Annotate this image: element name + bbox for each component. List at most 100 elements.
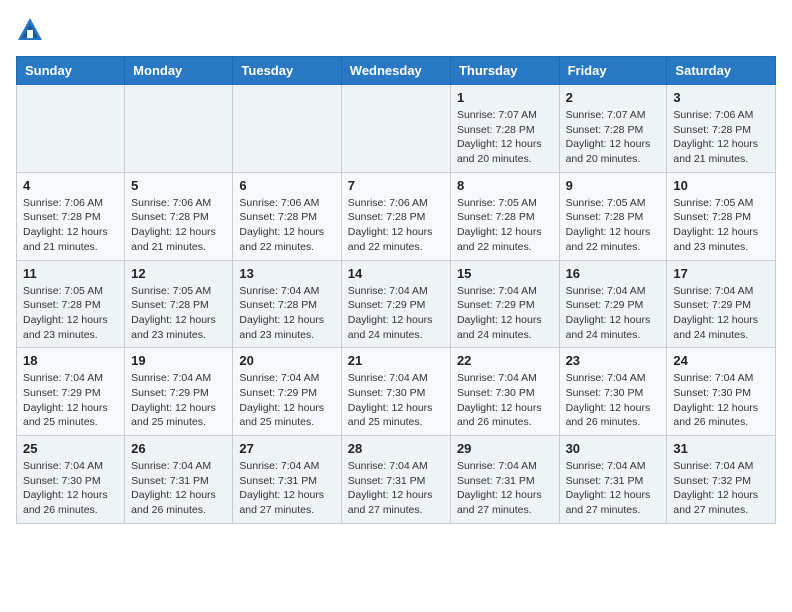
day-cell: 8 Sunrise: 7:05 AM Sunset: 7:28 PM Daylig… — [450, 172, 559, 260]
day-number: 14 — [348, 266, 444, 281]
day-cell: 10 Sunrise: 7:05 AM Sunset: 7:28 PM Dayli… — [667, 172, 776, 260]
day-info: Sunrise: 7:04 AM Sunset: 7:29 PM Dayligh… — [131, 371, 226, 430]
day-info: Sunrise: 7:05 AM Sunset: 7:28 PM Dayligh… — [23, 284, 118, 343]
week-row-3: 11 Sunrise: 7:05 AM Sunset: 7:28 PM Dayli… — [17, 260, 776, 348]
day-info: Sunrise: 7:04 AM Sunset: 7:31 PM Dayligh… — [239, 459, 334, 518]
day-cell: 14Sunrise: 7:04 AM Sunset: 7:29 PM Dayli… — [341, 260, 450, 348]
day-number: 17 — [673, 266, 769, 281]
day-cell: 2 Sunrise: 7:07 AM Sunset: 7:28 PM Daylig… — [559, 85, 667, 173]
day-cell: 19 Sunrise: 7:04 AM Sunset: 7:29 PM Dayli… — [125, 348, 233, 436]
day-info: Sunrise: 7:06 AM Sunset: 7:28 PM Dayligh… — [131, 196, 226, 255]
day-info: Sunrise: 7:04 AM Sunset: 7:31 PM Dayligh… — [131, 459, 226, 518]
day-number: 31 — [673, 441, 769, 456]
header — [16, 16, 776, 44]
day-info: Sunrise: 7:04 AM Sunset: 7:30 PM Dayligh… — [457, 371, 553, 430]
calendar: SundayMondayTuesdayWednesdayThursdayFrid… — [16, 56, 776, 524]
day-cell: 12 Sunrise: 7:05 AM Sunset: 7:28 PM Dayli… — [125, 260, 233, 348]
day-info: Sunrise: 7:04 AM Sunset: 7:32 PM Dayligh… — [673, 459, 769, 518]
weekday-header-wednesday: Wednesday — [341, 57, 450, 85]
day-number: 27 — [239, 441, 334, 456]
day-info: Sunrise: 7:04 AM Sunset: 7:29 PM Dayligh… — [23, 371, 118, 430]
day-info: Sunrise: 7:06 AM Sunset: 7:28 PM Dayligh… — [239, 196, 334, 255]
day-info: Sunrise: 7:04 AM Sunset: 7:31 PM Dayligh… — [457, 459, 553, 518]
day-info: Sunrise: 7:05 AM Sunset: 7:28 PM Dayligh… — [131, 284, 226, 343]
day-cell: 15 Sunrise: 7:04 AM Sunset: 7:29 PM Dayli… — [450, 260, 559, 348]
day-cell — [341, 85, 450, 173]
day-cell: 20Sunrise: 7:04 AM Sunset: 7:29 PM Dayli… — [233, 348, 341, 436]
weekday-header-saturday: Saturday — [667, 57, 776, 85]
day-info: Sunrise: 7:04 AM Sunset: 7:29 PM Dayligh… — [239, 371, 334, 430]
day-number: 29 — [457, 441, 553, 456]
logo-icon — [16, 16, 44, 44]
day-cell: 24 Sunrise: 7:04 AM Sunset: 7:30 PM Dayli… — [667, 348, 776, 436]
day-number: 23 — [566, 353, 661, 368]
weekday-header-friday: Friday — [559, 57, 667, 85]
day-cell: 31 Sunrise: 7:04 AM Sunset: 7:32 PM Dayli… — [667, 436, 776, 524]
day-cell: 27 Sunrise: 7:04 AM Sunset: 7:31 PM Dayli… — [233, 436, 341, 524]
day-cell: 13Sunrise: 7:04 AM Sunset: 7:28 PM Dayli… — [233, 260, 341, 348]
day-number: 24 — [673, 353, 769, 368]
day-cell: 28Sunrise: 7:04 AM Sunset: 7:31 PM Dayli… — [341, 436, 450, 524]
day-number: 11 — [23, 266, 118, 281]
weekday-header-sunday: Sunday — [17, 57, 125, 85]
day-info: Sunrise: 7:05 AM Sunset: 7:28 PM Dayligh… — [457, 196, 553, 255]
day-number: 19 — [131, 353, 226, 368]
day-number: 22 — [457, 353, 553, 368]
day-info: Sunrise: 7:06 AM Sunset: 7:28 PM Dayligh… — [673, 108, 769, 167]
day-cell: 11 Sunrise: 7:05 AM Sunset: 7:28 PM Dayli… — [17, 260, 125, 348]
day-number: 9 — [566, 178, 661, 193]
day-cell: 26 Sunrise: 7:04 AM Sunset: 7:31 PM Dayli… — [125, 436, 233, 524]
day-number: 30 — [566, 441, 661, 456]
day-info: Sunrise: 7:05 AM Sunset: 7:28 PM Dayligh… — [673, 196, 769, 255]
day-number: 26 — [131, 441, 226, 456]
day-info: Sunrise: 7:04 AM Sunset: 7:30 PM Dayligh… — [348, 371, 444, 430]
day-cell — [125, 85, 233, 173]
day-number: 21 — [348, 353, 444, 368]
day-info: Sunrise: 7:04 AM Sunset: 7:31 PM Dayligh… — [348, 459, 444, 518]
day-info: Sunrise: 7:07 AM Sunset: 7:28 PM Dayligh… — [457, 108, 553, 167]
logo — [16, 16, 46, 44]
day-number: 2 — [566, 90, 661, 105]
day-number: 16 — [566, 266, 661, 281]
day-number: 8 — [457, 178, 553, 193]
day-info: Sunrise: 7:04 AM Sunset: 7:30 PM Dayligh… — [673, 371, 769, 430]
day-info: Sunrise: 7:04 AM Sunset: 7:29 PM Dayligh… — [673, 284, 769, 343]
day-cell: 4 Sunrise: 7:06 AM Sunset: 7:28 PM Daylig… — [17, 172, 125, 260]
day-number: 15 — [457, 266, 553, 281]
weekday-header-monday: Monday — [125, 57, 233, 85]
day-number: 4 — [23, 178, 118, 193]
day-cell: 23Sunrise: 7:04 AM Sunset: 7:30 PM Dayli… — [559, 348, 667, 436]
day-cell: 22 Sunrise: 7:04 AM Sunset: 7:30 PM Dayli… — [450, 348, 559, 436]
week-row-2: 4 Sunrise: 7:06 AM Sunset: 7:28 PM Daylig… — [17, 172, 776, 260]
day-info: Sunrise: 7:04 AM Sunset: 7:30 PM Dayligh… — [23, 459, 118, 518]
week-row-4: 18 Sunrise: 7:04 AM Sunset: 7:29 PM Dayli… — [17, 348, 776, 436]
day-info: Sunrise: 7:04 AM Sunset: 7:29 PM Dayligh… — [457, 284, 553, 343]
day-number: 10 — [673, 178, 769, 193]
day-number: 1 — [457, 90, 553, 105]
day-cell: 25Sunrise: 7:04 AM Sunset: 7:30 PM Dayli… — [17, 436, 125, 524]
day-cell: 29 Sunrise: 7:04 AM Sunset: 7:31 PM Dayli… — [450, 436, 559, 524]
day-cell: 5 Sunrise: 7:06 AM Sunset: 7:28 PM Daylig… — [125, 172, 233, 260]
day-info: Sunrise: 7:04 AM Sunset: 7:28 PM Dayligh… — [239, 284, 334, 343]
day-number: 6 — [239, 178, 334, 193]
day-info: Sunrise: 7:07 AM Sunset: 7:28 PM Dayligh… — [566, 108, 661, 167]
day-cell: 21 Sunrise: 7:04 AM Sunset: 7:30 PM Dayli… — [341, 348, 450, 436]
day-cell: 3Sunrise: 7:06 AM Sunset: 7:28 PM Daylig… — [667, 85, 776, 173]
day-info: Sunrise: 7:06 AM Sunset: 7:28 PM Dayligh… — [348, 196, 444, 255]
day-info: Sunrise: 7:04 AM Sunset: 7:29 PM Dayligh… — [566, 284, 661, 343]
weekday-header-row: SundayMondayTuesdayWednesdayThursdayFrid… — [17, 57, 776, 85]
weekday-header-tuesday: Tuesday — [233, 57, 341, 85]
day-info: Sunrise: 7:04 AM Sunset: 7:31 PM Dayligh… — [566, 459, 661, 518]
day-cell: 30 Sunrise: 7:04 AM Sunset: 7:31 PM Dayli… — [559, 436, 667, 524]
day-cell: 17 Sunrise: 7:04 AM Sunset: 7:29 PM Dayli… — [667, 260, 776, 348]
day-cell: 1 Sunrise: 7:07 AM Sunset: 7:28 PM Daylig… — [450, 85, 559, 173]
day-number: 12 — [131, 266, 226, 281]
day-number: 5 — [131, 178, 226, 193]
day-number: 7 — [348, 178, 444, 193]
day-info: Sunrise: 7:05 AM Sunset: 7:28 PM Dayligh… — [566, 196, 661, 255]
week-row-5: 25Sunrise: 7:04 AM Sunset: 7:30 PM Dayli… — [17, 436, 776, 524]
day-number: 18 — [23, 353, 118, 368]
day-info: Sunrise: 7:06 AM Sunset: 7:28 PM Dayligh… — [23, 196, 118, 255]
day-cell: 6 Sunrise: 7:06 AM Sunset: 7:28 PM Daylig… — [233, 172, 341, 260]
weekday-header-thursday: Thursday — [450, 57, 559, 85]
